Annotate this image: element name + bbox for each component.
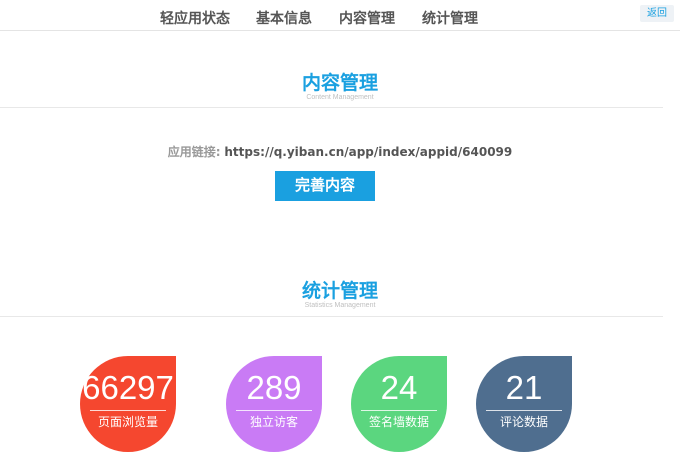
- stat-unique-visitors: 289 独立访客: [226, 356, 322, 452]
- stat-signature-wall: 24 签名墙数据: [351, 356, 447, 452]
- tab-statistics-management[interactable]: 统计管理: [422, 8, 478, 28]
- app-link-label: 应用链接:: [167, 145, 221, 159]
- stat-comments: 21 评论数据: [476, 356, 572, 452]
- complete-content-button[interactable]: 完善内容: [275, 171, 375, 201]
- stat-divider: [361, 410, 437, 411]
- back-button[interactable]: 返回: [640, 5, 674, 22]
- stats-section-title: 统计管理: [301, 280, 378, 302]
- app-link-url[interactable]: https://q.yiban.cn/app/index/appid/64009…: [224, 145, 512, 159]
- content-section-title: 内容管理: [301, 72, 378, 94]
- content-section-divider: [0, 107, 663, 108]
- app-link-row: 应用链接: https://q.yiban.cn/app/index/appid…: [0, 143, 680, 160]
- stat-value: 289: [246, 369, 302, 406]
- stats-section-divider: [0, 316, 663, 317]
- stat-value: 66297: [82, 369, 174, 406]
- content-section-subtitle: Content Management: [306, 94, 374, 101]
- stat-label: 页面浏览量: [97, 415, 158, 429]
- stat-divider: [90, 410, 166, 411]
- stat-divider: [236, 410, 312, 411]
- tab-basic-info[interactable]: 基本信息: [256, 8, 312, 28]
- stats-section-subtitle: Statistics Management: [304, 302, 376, 309]
- stat-value: 24: [380, 369, 418, 406]
- stat-value: 21: [505, 369, 543, 406]
- tab-content-management[interactable]: 内容管理: [339, 8, 395, 28]
- stat-label: 评论数据: [499, 415, 548, 429]
- stat-label: 签名墙数据: [368, 415, 429, 429]
- stat-divider: [486, 410, 562, 411]
- top-navigation: 轻应用状态 基本信息 内容管理 统计管理 返回: [0, 0, 680, 31]
- stat-label: 独立访客: [249, 415, 298, 429]
- tab-app-status[interactable]: 轻应用状态: [160, 8, 230, 28]
- stat-page-views: 66297 页面浏览量: [80, 356, 176, 452]
